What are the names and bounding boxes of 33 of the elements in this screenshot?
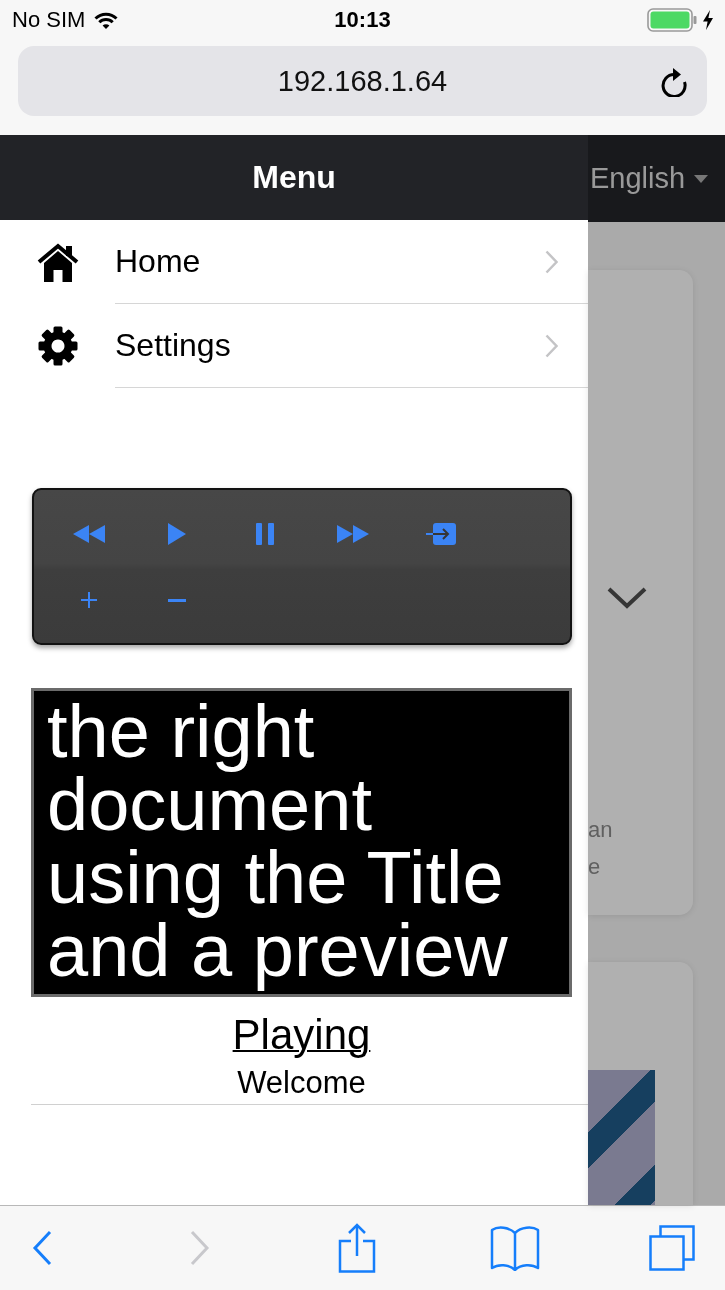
forward-chevron-icon — [189, 1230, 210, 1266]
open-book-icon — [489, 1225, 540, 1271]
fast-forward-icon — [337, 525, 369, 543]
pause-icon — [256, 523, 274, 545]
playing-link[interactable]: Playing — [232, 1011, 371, 1059]
language-dropdown[interactable]: English — [588, 162, 709, 195]
caret-down-icon — [694, 174, 709, 183]
reload-button[interactable] — [659, 65, 689, 97]
carrier-label: No SIM — [12, 7, 86, 33]
card-text: e — [588, 853, 601, 881]
arrow-into-box-icon — [426, 523, 456, 545]
play-icon — [168, 523, 186, 545]
menu-title: Menu — [252, 159, 336, 196]
home-icon — [36, 242, 79, 282]
card-text: an — [588, 816, 613, 844]
menu-item[interactable]: Settings — [0, 304, 588, 388]
clock-time: 10:13 — [334, 7, 391, 33]
gear-icon — [37, 326, 78, 366]
track-title: Welcome — [237, 1065, 366, 1101]
reload-icon — [659, 65, 689, 97]
share-icon — [338, 1223, 376, 1273]
minus-icon — [168, 598, 186, 602]
wifi-icon — [94, 11, 119, 29]
chevron-down-icon[interactable] — [607, 587, 647, 609]
back-chevron-icon — [32, 1230, 52, 1266]
menu-item[interactable]: Home — [0, 220, 588, 304]
tabs-icon — [649, 1225, 695, 1271]
battery-icon — [647, 8, 697, 32]
chevron-right-icon — [545, 249, 558, 274]
address-field[interactable]: 192.168.1.64 — [18, 46, 707, 116]
chevron-right-icon — [545, 333, 558, 358]
plus-icon — [81, 592, 97, 608]
rewind-icon — [73, 525, 105, 543]
